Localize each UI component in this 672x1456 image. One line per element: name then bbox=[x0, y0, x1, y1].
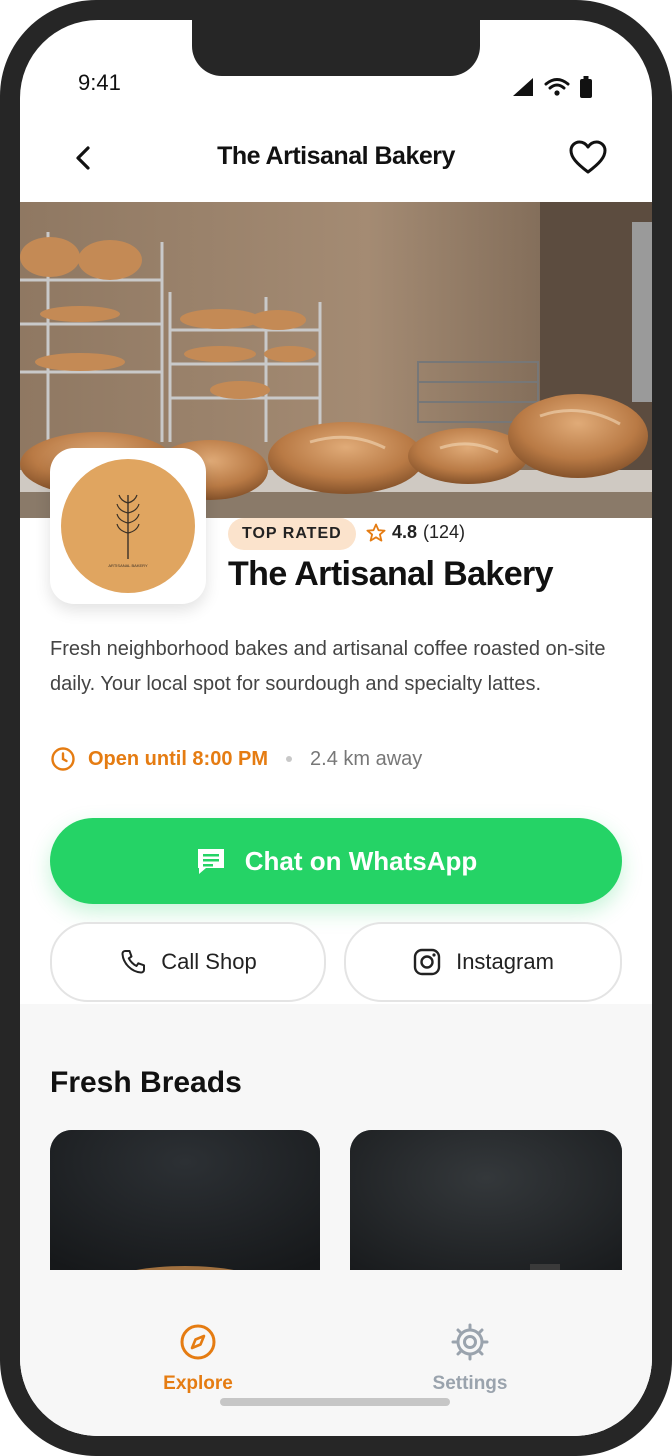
favorite-heart-icon[interactable] bbox=[568, 138, 608, 178]
screen: 9:41 The Artisanal Bakery ARTISANAL BAKE… bbox=[20, 20, 652, 1436]
bread-card[interactable] bbox=[50, 1130, 320, 1290]
bread-photo bbox=[50, 1130, 320, 1290]
wheat-icon: ARTISANAL BAKERY bbox=[108, 494, 148, 568]
opening-hours: Open until 8:00 PM bbox=[88, 747, 269, 770]
header: The Artisanal Bakery bbox=[20, 128, 652, 204]
instagram-button-label: Instagram bbox=[456, 949, 554, 974]
shop-logo-card: ARTISANAL BAKERY bbox=[50, 448, 206, 604]
chat-icon bbox=[197, 849, 224, 874]
tab-explore[interactable]: Explore bbox=[98, 1322, 298, 1395]
section-title: Fresh Breads bbox=[50, 1066, 242, 1099]
logo-text: ARTISANAL BAKERY bbox=[108, 563, 148, 568]
bottom-tab-bar: Explore Settings bbox=[20, 1270, 652, 1436]
instagram-icon bbox=[413, 948, 441, 976]
signal-icon bbox=[513, 78, 533, 96]
whatsapp-button-label: Chat on WhatsApp bbox=[244, 845, 478, 876]
shop-meta: Open until 8:00 PM 2.4 km away bbox=[50, 746, 422, 772]
shop-description: Fresh neighborhood bakes and artisanal c… bbox=[50, 638, 606, 695]
wifi-icon bbox=[544, 78, 570, 96]
shop-logo: ARTISANAL BAKERY bbox=[61, 459, 195, 593]
tab-explore-label: Explore bbox=[163, 1373, 233, 1394]
battery-icon bbox=[580, 76, 592, 98]
call-button-label: Call Shop bbox=[161, 949, 257, 974]
gear-icon bbox=[451, 1323, 489, 1361]
clock-icon bbox=[51, 747, 75, 771]
phone-frame: 9:41 The Artisanal Bakery ARTISANAL BAKE… bbox=[0, 0, 672, 1456]
rating: 4.8 (124) bbox=[366, 522, 465, 543]
bread-card[interactable] bbox=[350, 1130, 622, 1290]
tab-settings[interactable]: Settings bbox=[370, 1322, 570, 1395]
shop-name: The Artisanal Bakery bbox=[228, 555, 554, 593]
top-rated-badge: TOP RATED bbox=[228, 518, 356, 550]
instagram-button[interactable]: Instagram bbox=[344, 922, 622, 1002]
status-icons bbox=[512, 76, 592, 98]
review-count: (124) bbox=[423, 522, 466, 542]
distance: 2.4 km away bbox=[310, 747, 423, 770]
tab-settings-label: Settings bbox=[432, 1373, 508, 1394]
star-icon bbox=[366, 523, 386, 541]
phone-icon bbox=[121, 950, 146, 974]
rating-value: 4.8 bbox=[392, 522, 418, 542]
status-time: 9:41 bbox=[78, 70, 121, 95]
notch bbox=[192, 20, 480, 76]
bread-photo bbox=[350, 1130, 622, 1290]
page-title: The Artisanal Bakery bbox=[217, 142, 455, 170]
compass-icon bbox=[180, 1324, 216, 1360]
separator-dot bbox=[286, 756, 293, 762]
home-indicator[interactable] bbox=[220, 1398, 450, 1406]
whatsapp-chat-button[interactable]: Chat on WhatsApp bbox=[50, 818, 622, 904]
call-shop-button[interactable]: Call Shop bbox=[50, 922, 326, 1002]
